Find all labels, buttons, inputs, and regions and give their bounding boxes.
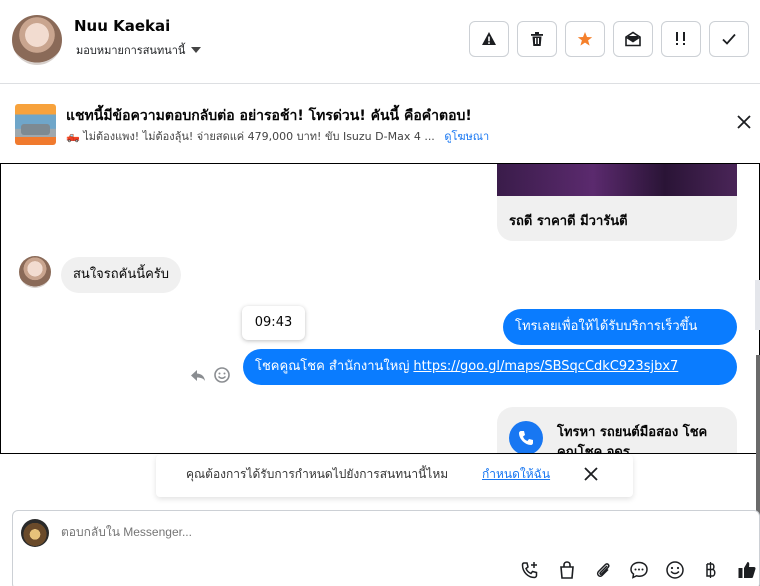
ad-subtitle: 🛻 ไม่ต้องแพง! ไม่ต้องลุ้น! จ่ายสดแค่ 479… <box>66 127 489 145</box>
view-ad-link[interactable]: ดูโฆษณา <box>444 130 489 143</box>
ad-subtitle-text: 🛻 ไม่ต้องแพง! ไม่ต้องลุ้น! จ่ายสดแค่ 479… <box>66 130 435 143</box>
emoji-icon[interactable] <box>664 559 686 581</box>
call-button-card[interactable]: โทรหา รถยนต์มือสอง โชคคูณโชค จดร <box>497 407 737 454</box>
assign-prompt-text: คุณต้องการได้รับการกำหนดไปยังการสนทนานี้… <box>186 467 449 481</box>
react-icon[interactable] <box>213 366 231 384</box>
dismiss-prompt-button[interactable] <box>583 466 599 482</box>
contact-name[interactable]: Nuu Kaekai <box>74 17 170 35</box>
baht-icon[interactable] <box>700 559 722 581</box>
sender-avatar[interactable] <box>19 256 51 288</box>
warning-icon <box>481 31 497 47</box>
mark-unread-button[interactable] <box>613 21 653 57</box>
close-icon <box>583 466 599 482</box>
caret-down-icon <box>191 47 202 53</box>
outgoing-message-link[interactable]: โชคคูณโชค สำนักงานใหญ่ https://goo.gl/map… <box>243 349 737 385</box>
star-icon <box>577 31 593 47</box>
star-button[interactable] <box>565 21 605 57</box>
close-ad-button[interactable] <box>735 113 753 131</box>
delete-button[interactable] <box>517 21 557 57</box>
page-avatar <box>21 519 49 547</box>
ad-title: แชทนี้มีข้อความตอบกลับต่อ อย่ารอช้า! โทร… <box>66 108 472 124</box>
assign-label: มอบหมายการสนทนานี้ <box>76 44 186 57</box>
assign-conversation-dropdown[interactable]: มอบหมายการสนทนานี้ <box>76 41 202 59</box>
close-icon <box>735 113 753 131</box>
shopping-bag-icon[interactable] <box>556 559 578 581</box>
mark-done-button[interactable] <box>709 21 749 57</box>
trash-icon <box>529 31 545 47</box>
chat-bubble-icon[interactable] <box>628 559 650 581</box>
outgoing-message[interactable]: โทรเลยเพื่อให้ได้รับบริการเร็วขึ้น <box>503 309 737 345</box>
reply-input[interactable] <box>61 525 461 539</box>
ad-card-caption: รถดี ราคาดี มีวารันตี <box>497 196 737 241</box>
ad-thumbnail[interactable] <box>15 104 56 145</box>
call-card-text: โทรหา รถยนต์มือสอง โชคคูณโชค จดร <box>557 425 708 454</box>
conversation-header: Nuu Kaekai มอบหมายการสนทนานี้ <box>0 0 760 84</box>
outgoing-message-text: โชคคูณโชค สำนักงานใหญ่ <box>255 359 410 374</box>
envelope-open-icon <box>625 31 641 47</box>
priority-button[interactable] <box>661 21 701 57</box>
check-icon <box>721 31 737 47</box>
phone-icon <box>509 421 543 453</box>
message-actions <box>189 366 231 384</box>
timestamp-tooltip: 09:43 <box>242 306 305 340</box>
priority-icon <box>673 31 689 47</box>
reply-icon[interactable] <box>189 366 207 384</box>
ad-banner: แชทนี้มีข้อความตอบกลับต่อ อย่ารอช้า! โทร… <box>0 85 760 163</box>
maps-link[interactable]: https://goo.gl/maps/SBSqcCdkC923sjbx7 <box>413 359 678 374</box>
paperclip-icon[interactable] <box>592 559 614 581</box>
assign-to-me-link[interactable]: กำหนดให้ฉัน <box>482 465 550 484</box>
contact-avatar[interactable] <box>12 15 62 65</box>
message-thread[interactable]: รถดี ราคาดี มีวารันตี สนใจรถคันนี้ครับ โ… <box>0 163 760 454</box>
thumbs-up-icon[interactable] <box>736 559 758 581</box>
incoming-message[interactable]: สนใจรถคันนี้ครับ <box>61 257 182 293</box>
assign-prompt: คุณต้องการได้รับการกำหนดไปยังการสนทนานี้… <box>156 455 633 497</box>
ad-card-image[interactable] <box>497 164 737 196</box>
add-call-icon[interactable] <box>519 559 541 581</box>
report-button[interactable] <box>469 21 509 57</box>
message-composer <box>12 510 760 586</box>
side-panel-edge <box>755 280 760 330</box>
